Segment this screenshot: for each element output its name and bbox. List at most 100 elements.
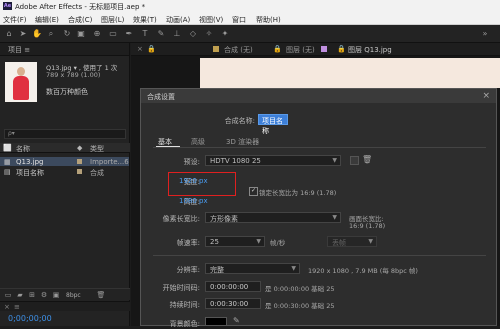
layer-tab-swatch [321, 46, 327, 52]
clone-stamp-tool-icon[interactable]: ⊥ [172, 29, 182, 39]
new-composition-icon[interactable]: ⊞ [27, 290, 37, 300]
color-depth-icon[interactable]: ▣ [51, 290, 61, 300]
type-column-header[interactable]: 类型 [90, 144, 104, 154]
menu-animation[interactable]: 动画(A) [166, 15, 190, 25]
timeline-menu-icon[interactable]: ≡ [14, 303, 20, 311]
tab-composition[interactable]: 合成 (无) [224, 45, 253, 55]
new-folder-icon[interactable]: ▰ [15, 290, 25, 300]
lock-icon[interactable]: 🔒 [273, 45, 282, 53]
close-icon[interactable]: × [482, 91, 490, 101]
project-columns-header: ⬜ 名称 ◆ 类型 [0, 143, 130, 153]
comp-name-input[interactable]: 项目名称 [258, 114, 288, 135]
duration-label: 持续时间: [169, 301, 200, 309]
pan-behind-tool-icon[interactable]: ⊕ [92, 29, 102, 39]
start-timecode-label: 开始时间码: [162, 284, 200, 292]
project-search-input[interactable]: ρ▾ [4, 129, 126, 139]
rectangle-tool-icon[interactable]: ▭ [108, 29, 118, 39]
height-value[interactable]: 1080 px [179, 197, 208, 205]
project-item-type: 合成 [90, 169, 104, 177]
frame-rate-dropdown[interactable]: 25 ▼ [205, 236, 265, 247]
menu-edit[interactable]: 编辑(E) [35, 15, 59, 25]
project-tab[interactable]: 项目 ≡ [8, 45, 30, 55]
roto-brush-tool-icon[interactable]: ✧ [204, 29, 214, 39]
menu-file[interactable]: 文件(F) [3, 15, 27, 25]
pixel-aspect-dropdown[interactable]: 方形像素 ▼ [205, 212, 341, 223]
ae-logo-icon: Ae [3, 2, 12, 10]
footage-preview [200, 58, 500, 88]
tab-advanced[interactable]: 高级 [191, 137, 205, 147]
brush-tool-icon[interactable]: ✎ [156, 29, 166, 39]
start-timecode-input[interactable]: 0:00:00:00 [205, 281, 261, 292]
tab-3d-renderer[interactable]: 3D 渲染器 [226, 137, 259, 147]
resolution-label: 分辨率: [176, 266, 200, 274]
tabs-divider [153, 147, 486, 148]
tab-footage[interactable]: 图层 Q13.jpg [348, 45, 392, 55]
name-column-header[interactable]: 名称 [16, 144, 30, 154]
project-item-comp[interactable]: ▤ 项目名称 合成 [0, 167, 129, 177]
delete-preset-icon[interactable]: 🗑 [362, 155, 372, 164]
workspace-menu-icon[interactable]: » [480, 29, 490, 39]
dialog-title: 合成设置 [147, 93, 175, 101]
lock-icon[interactable]: 🔒 [147, 45, 156, 53]
close-icon[interactable]: × [4, 303, 10, 311]
duration-input[interactable]: 0:00:30:00 [205, 298, 261, 309]
duration-info: 是 0:00:30:00 基础 25 [265, 302, 335, 310]
hand-tool-icon[interactable]: ✋ [32, 29, 42, 39]
close-icon[interactable]: × [137, 45, 143, 53]
selection-tool-icon[interactable]: ➤ [18, 29, 28, 39]
eraser-tool-icon[interactable]: ◇ [188, 29, 198, 39]
viewer-tab-bar: × 🔒 合成 (无) 🔒 图层 (无) 🔒 图层 Q13.jpg [131, 43, 500, 56]
project-settings-icon[interactable]: ⚙ [39, 290, 49, 300]
tab-layer[interactable]: 图层 (无) [286, 45, 315, 55]
menu-bar: 文件(F) 编辑(E) 合成(C) 图层(L) 效果(T) 动画(A) 视图(V… [0, 12, 500, 25]
start-timecode-info: 是 0:00:00:00 基础 25 [265, 285, 335, 293]
drop-frame-dropdown: 丢帧 ▼ [327, 236, 377, 247]
tools-toolbar: ⌂ ➤ ✋ ⌕ ↻ ▣ ⊕ ▭ ✒ T ✎ ⊥ ◇ ✧ ✦ 默认 » [0, 25, 500, 63]
project-item-name: 项目名称 [16, 169, 44, 177]
menu-composition[interactable]: 合成(C) [68, 15, 92, 25]
pen-tool-icon[interactable]: ✒ [124, 29, 134, 39]
project-item-type: Importe...6 [90, 158, 129, 166]
chevron-down-icon: ▼ [256, 238, 261, 245]
save-preset-icon[interactable] [350, 156, 359, 165]
camera-tool-icon[interactable]: ▣ [76, 29, 86, 39]
resolution-dropdown[interactable]: 完整 ▼ [205, 263, 300, 274]
label-color-swatch[interactable] [77, 169, 82, 174]
chevron-down-icon: ▼ [332, 157, 337, 164]
label-color-column-icon: ◆ [77, 144, 83, 152]
chevron-down-icon: ▼ [291, 265, 296, 272]
type-tool-icon[interactable]: T [140, 29, 150, 39]
project-item-name: Q13.jpg [16, 158, 44, 166]
lock-icon[interactable]: 🔒 [337, 45, 346, 53]
home-icon[interactable]: ⌂ [4, 29, 14, 39]
interpret-footage-icon[interactable]: ▭ [3, 290, 13, 300]
puppet-tool-icon[interactable]: ✦ [220, 29, 230, 39]
comp-name-label: 合成名称: [224, 117, 255, 125]
frame-aspect-value: 16:9 (1.78) [349, 222, 386, 230]
lock-aspect-checkbox[interactable]: ✓ [249, 187, 258, 196]
background-color-label: 背景颜色: [169, 320, 200, 328]
frame-rate-unit: 帧/秒 [270, 239, 286, 247]
chevron-down-icon: ▼ [332, 214, 337, 221]
dialog-title-bar: 合成设置 [141, 89, 496, 103]
title-bar: Ae Adobe After Effects - 无标题项目.aep * [0, 0, 500, 12]
project-footer: ▭ ▰ ⊞ ⚙ ▣ 8bpc 🗑 [0, 288, 130, 300]
menu-view[interactable]: 视图(V) [199, 15, 223, 25]
timeline-timecode[interactable]: 0;00;00;00 [8, 314, 52, 323]
background-color-swatch[interactable] [205, 317, 227, 326]
bpc-toggle[interactable]: 8bpc [66, 292, 81, 299]
composition-settings-dialog: 合成设置 × 合成名称: 项目名称 基本 高级 3D 渲染器 预设: HDTV … [140, 88, 497, 328]
trash-icon[interactable]: 🗑 [96, 290, 106, 300]
eyedropper-icon[interactable]: ✎ [233, 316, 240, 325]
menu-effect[interactable]: 效果(T) [133, 15, 157, 25]
zoom-tool-icon[interactable]: ⌕ [46, 29, 56, 39]
preset-dropdown[interactable]: HDTV 1080 25 ▼ [205, 155, 341, 166]
label-color-swatch[interactable] [77, 159, 82, 164]
menu-layer[interactable]: 图层(L) [101, 15, 124, 25]
menu-window[interactable]: 窗口 [232, 15, 246, 25]
rotate-tool-icon[interactable]: ↻ [62, 29, 72, 39]
menu-help[interactable]: 帮助(H) [256, 15, 281, 25]
composition-icon: ▤ [4, 168, 11, 176]
preset-label: 预设: [183, 158, 200, 166]
project-item-q13[interactable]: ▦ Q13.jpg Importe...6 [0, 157, 129, 166]
